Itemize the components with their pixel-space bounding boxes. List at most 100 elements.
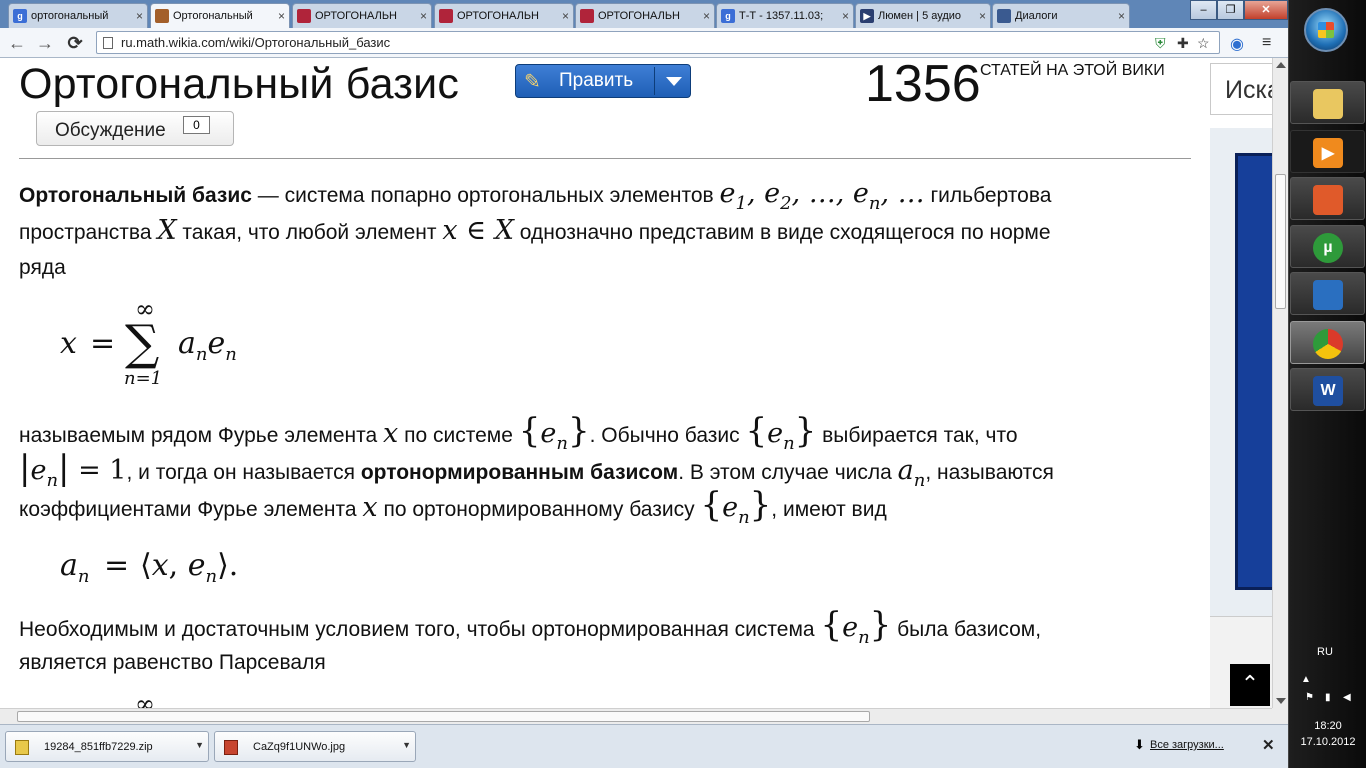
tab-2[interactable]: ОРТОГОНАЛЬН × bbox=[292, 3, 432, 28]
tab-close-icon[interactable]: × bbox=[420, 9, 427, 23]
forward-button[interactable]: → bbox=[34, 32, 56, 54]
article-text: по ортонормированному базису bbox=[377, 498, 701, 521]
window-controls: – ❐ ✕ bbox=[1190, 0, 1288, 20]
article-term: ортонормированным базисом bbox=[360, 461, 679, 484]
scroll-to-top-button[interactable]: ⌃ bbox=[1230, 664, 1270, 706]
scroll-down-arrow-icon[interactable] bbox=[1276, 698, 1286, 704]
tab-0[interactable]: g ортогональный × bbox=[8, 3, 148, 28]
zip-file-icon bbox=[15, 740, 29, 755]
math-inline: en bbox=[767, 418, 795, 454]
download-item[interactable]: CaZq9f1UNWo.jpg ▼ bbox=[214, 731, 416, 762]
restore-button[interactable]: ❐ bbox=[1217, 0, 1244, 20]
paint-icon bbox=[1313, 185, 1343, 215]
tab-close-icon[interactable]: × bbox=[842, 9, 849, 23]
url-text[interactable]: ru.math.wikia.com/wiki/Ортогональный_баз… bbox=[121, 35, 390, 50]
puzzle-icon[interactable]: ✚ bbox=[1177, 35, 1189, 52]
talk-button[interactable]: Обсуждение 0 bbox=[36, 111, 234, 146]
vertical-scrollbar[interactable] bbox=[1272, 58, 1288, 708]
all-downloads-link[interactable]: Все загрузки... bbox=[1150, 739, 1224, 751]
scroll-up-arrow-icon[interactable] bbox=[1276, 62, 1286, 68]
math-inline: { bbox=[745, 411, 768, 451]
tab-title: ОРТОГОНАЛЬН bbox=[315, 10, 397, 22]
language-indicator[interactable]: RU bbox=[1317, 646, 1333, 658]
tab-close-icon[interactable]: × bbox=[703, 9, 710, 23]
taskbar-app-paint[interactable] bbox=[1290, 177, 1365, 220]
reload-button[interactable]: ⟳ bbox=[64, 32, 86, 54]
tab-title: ОРТОГОНАЛЬН bbox=[598, 10, 680, 22]
divider bbox=[19, 158, 1191, 159]
word-icon: W bbox=[1313, 376, 1343, 406]
close-icon[interactable]: ✕ bbox=[1262, 736, 1275, 754]
tab-7[interactable]: Диалоги × bbox=[992, 3, 1130, 28]
formula-text: anen bbox=[178, 326, 237, 365]
download-item[interactable]: 19284_851ffb7229.zip ▼ bbox=[5, 731, 209, 762]
bookmark-star-icon[interactable]: ☆ bbox=[1197, 35, 1210, 52]
math-inline: x bbox=[362, 492, 378, 523]
math-inline: | bbox=[19, 448, 31, 488]
scrollbar-thumb[interactable] bbox=[17, 711, 870, 722]
extension-icon[interactable]: ◉ bbox=[1230, 34, 1244, 54]
back-button[interactable]: ← bbox=[6, 32, 28, 54]
article-line: пространства X такая, что любой элемент … bbox=[19, 212, 1051, 251]
taskbar-app-utorrent[interactable]: µ bbox=[1290, 225, 1365, 268]
article-text: является равенство Парсеваля bbox=[19, 651, 326, 674]
scrollbar-thumb[interactable] bbox=[1275, 174, 1286, 309]
monitor-icon bbox=[1313, 280, 1343, 310]
chevron-down-icon[interactable]: ▼ bbox=[402, 740, 411, 750]
math-inline: ∈ bbox=[457, 215, 495, 246]
ad-banner[interactable] bbox=[1235, 153, 1272, 590]
taskbar-app-chrome[interactable] bbox=[1290, 321, 1365, 364]
expand-tray-icon[interactable]: ▲ bbox=[1301, 674, 1311, 685]
edit-button[interactable]: ✎ Править bbox=[515, 64, 691, 98]
math-inline: x bbox=[383, 418, 399, 449]
tab-favicon-icon bbox=[155, 9, 169, 23]
taskbar-app-word[interactable]: W bbox=[1290, 368, 1365, 411]
tab-5[interactable]: g Т-Т - 1357.11.03; × bbox=[716, 3, 854, 28]
battery-icon[interactable]: ▮ bbox=[1325, 692, 1331, 703]
article-line: коэффициентами Фурье элемента x по ортон… bbox=[19, 487, 887, 536]
tab-1[interactable]: Ортогональный × bbox=[150, 3, 290, 28]
tab-favicon-icon bbox=[997, 9, 1011, 23]
horizontal-scrollbar[interactable] bbox=[0, 708, 1272, 724]
formula-text: = bbox=[104, 548, 130, 583]
windows-logo-icon bbox=[1318, 22, 1334, 38]
tab-close-icon[interactable]: × bbox=[562, 9, 569, 23]
menu-icon[interactable]: ≡ bbox=[1262, 34, 1271, 52]
minimize-button[interactable]: – bbox=[1190, 0, 1217, 20]
taskbar-app-monitor[interactable] bbox=[1290, 272, 1365, 315]
downloads-shelf: 19284_851ffb7229.zip ▼ CaZq9f1UNWo.jpg ▼… bbox=[0, 724, 1288, 768]
tab-close-icon[interactable]: × bbox=[278, 9, 285, 23]
chevron-down-icon[interactable]: ▼ bbox=[195, 740, 204, 750]
article-text: гильбертова bbox=[924, 184, 1052, 207]
article-text: такая, что любой элемент bbox=[176, 221, 443, 244]
clock-date: 17.10.2012 bbox=[1300, 736, 1356, 748]
search-input[interactable]: Иска bbox=[1210, 63, 1272, 115]
page-content: Ортогональный базис ✎ Править 1356 СТАТЕ… bbox=[0, 58, 1272, 708]
utorrent-icon: µ bbox=[1313, 233, 1343, 263]
taskbar-app-explorer[interactable] bbox=[1290, 81, 1365, 124]
taskbar-app-player[interactable]: ▶ bbox=[1290, 130, 1365, 173]
article-text: была базисом, bbox=[891, 618, 1042, 641]
math-inline: e1, e2, …, en, … bbox=[719, 178, 925, 214]
start-button[interactable] bbox=[1304, 8, 1348, 52]
tab-close-icon[interactable]: × bbox=[1118, 9, 1125, 23]
tab-close-icon[interactable]: × bbox=[979, 9, 986, 23]
article-line: ряда bbox=[19, 249, 66, 286]
tab-3[interactable]: ОРТОГОНАЛЬН × bbox=[434, 3, 574, 28]
tab-4[interactable]: ОРТОГОНАЛЬН × bbox=[575, 3, 715, 28]
close-window-button[interactable]: ✕ bbox=[1244, 0, 1288, 20]
extension-shield-icon[interactable]: ⛨ bbox=[1155, 35, 1166, 52]
math-inline: en bbox=[842, 612, 870, 648]
volume-icon[interactable]: ◀ bbox=[1343, 692, 1351, 703]
chevron-down-icon[interactable] bbox=[666, 77, 682, 86]
clock[interactable]: 18:20 17.10.2012 bbox=[1289, 718, 1366, 750]
math-inline: { bbox=[700, 485, 723, 525]
tab-favicon-icon: ▶ bbox=[860, 9, 874, 23]
address-bar[interactable]: ru.math.wikia.com/wiki/Ортогональный_баз… bbox=[96, 31, 1220, 54]
tab-6[interactable]: ▶ Люмен | 5 аудио × bbox=[855, 3, 991, 28]
tab-favicon-icon bbox=[580, 9, 594, 23]
talk-button-label: Обсуждение bbox=[55, 120, 166, 141]
math-inline: x bbox=[442, 215, 458, 246]
flag-icon[interactable]: ⚑ bbox=[1305, 692, 1314, 703]
tab-close-icon[interactable]: × bbox=[136, 9, 143, 23]
